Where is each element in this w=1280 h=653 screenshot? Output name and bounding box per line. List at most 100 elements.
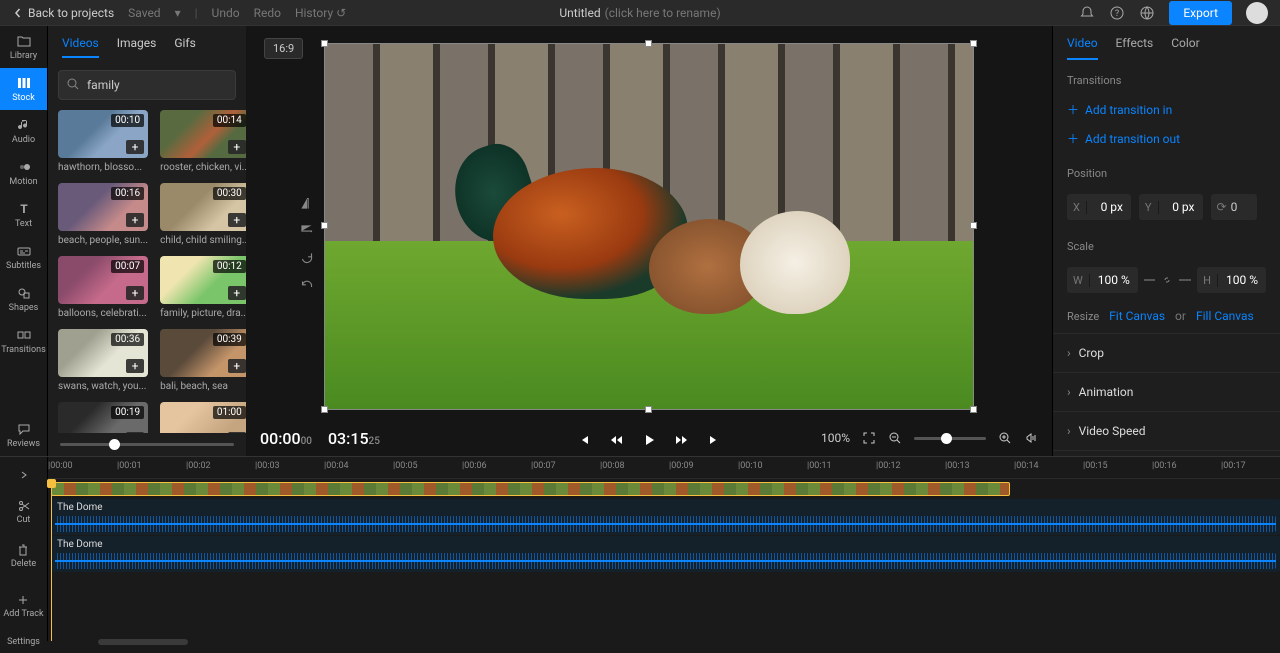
stock-card[interactable]: 00:07 + balloons, celebrati...	[58, 256, 148, 319]
stock-thumb[interactable]: 00:16 +	[58, 183, 148, 231]
rail-subtitles[interactable]: Subtitles	[0, 236, 47, 278]
stock-thumb[interactable]: 00:36 +	[58, 329, 148, 377]
video-speed-section[interactable]: ›Video Speed	[1053, 411, 1280, 450]
selection-handle[interactable]	[321, 40, 328, 47]
aspect-ratio-badge[interactable]: 16:9	[264, 38, 303, 59]
timeline-ruler[interactable]: |00:00|00:01|00:02|00:03|00:04|00:05|00:…	[48, 457, 1280, 479]
forward-icon[interactable]	[675, 433, 689, 447]
add-transition-in[interactable]: ＋Add transition in	[1053, 95, 1280, 124]
selection-handle[interactable]	[970, 40, 977, 47]
selection-handle[interactable]	[970, 406, 977, 413]
notifications-icon[interactable]	[1079, 5, 1095, 21]
add-track-button[interactable]: Add Track	[3, 587, 43, 625]
link-icon[interactable]	[1161, 274, 1173, 286]
position-x-input[interactable]: X0 px	[1067, 194, 1131, 220]
add-clip-button[interactable]: +	[228, 140, 246, 154]
zoom-in-icon[interactable]	[998, 431, 1012, 445]
add-clip-button[interactable]: +	[126, 359, 144, 373]
audio-track[interactable]: The Dome	[48, 536, 1280, 572]
stock-card[interactable]: 00:39 + bali, beach, sea	[160, 329, 246, 392]
add-clip-button[interactable]: +	[126, 432, 144, 433]
stock-thumb[interactable]: 00:19 +	[58, 402, 148, 433]
undo-button[interactable]: Undo	[212, 6, 240, 20]
scale-w-input[interactable]: W100 %	[1067, 267, 1138, 293]
stock-card[interactable]: 00:14 + rooster, chicken, vi...	[160, 110, 246, 173]
rail-transitions[interactable]: Transitions	[0, 320, 47, 362]
rail-audio[interactable]: Audio	[0, 110, 47, 152]
timeline-tracks[interactable]: The Dome The Dome	[48, 479, 1280, 641]
add-clip-button[interactable]: +	[228, 359, 246, 373]
flip-vertical-icon[interactable]	[298, 222, 316, 240]
rail-library[interactable]: Library	[0, 26, 47, 68]
crop-section[interactable]: ›Crop	[1053, 333, 1280, 372]
audio-clip[interactable]: The Dome	[51, 499, 1280, 535]
playhead[interactable]	[51, 479, 52, 641]
add-transition-out[interactable]: ＋Add transition out	[1053, 124, 1280, 153]
stock-card[interactable]: 01:00 +	[160, 402, 246, 433]
flip-horizontal-icon[interactable]	[298, 194, 316, 212]
prop-tab-video[interactable]: Video	[1067, 36, 1098, 60]
add-clip-button[interactable]: +	[126, 286, 144, 300]
zoom-slider[interactable]	[914, 437, 986, 440]
stock-thumb[interactable]: 00:30 +	[160, 183, 246, 231]
stock-thumb[interactable]: 00:07 +	[58, 256, 148, 304]
rail-shapes[interactable]: Shapes	[0, 278, 47, 320]
prop-tab-color[interactable]: Color	[1171, 36, 1199, 60]
settings-button[interactable]: Settings	[7, 631, 40, 653]
delete-button[interactable]: Delete	[11, 537, 36, 575]
language-icon[interactable]	[1139, 5, 1155, 21]
stock-thumb[interactable]: 00:14 +	[160, 110, 246, 158]
thumb-size-slider[interactable]	[48, 433, 246, 456]
add-clip-button[interactable]: +	[228, 432, 246, 433]
timeline-resize-handle[interactable]	[98, 639, 188, 645]
redo-button[interactable]: Redo	[254, 6, 281, 20]
add-clip-button[interactable]: +	[126, 140, 144, 154]
rewind-icon[interactable]	[609, 433, 623, 447]
project-title[interactable]: Untitled (click here to rename)	[559, 6, 720, 20]
stock-thumb[interactable]: 01:00 +	[160, 402, 246, 433]
timeline-expand[interactable]	[18, 463, 30, 487]
position-y-input[interactable]: Y0 px	[1139, 194, 1203, 220]
stock-thumb[interactable]: 00:10 +	[58, 110, 148, 158]
selection-handle[interactable]	[321, 406, 328, 413]
fullscreen-icon[interactable]	[862, 431, 876, 445]
audio-track[interactable]: The Dome	[48, 499, 1280, 535]
rail-text[interactable]: T Text	[0, 194, 47, 236]
tab-gifs[interactable]: Gifs	[174, 36, 195, 58]
help-icon[interactable]: ?	[1109, 5, 1125, 21]
skip-end-icon[interactable]	[707, 433, 721, 447]
rotation-input[interactable]: ⟳0	[1211, 194, 1257, 220]
back-to-projects[interactable]: Back to projects	[12, 6, 114, 20]
audio-clip[interactable]: The Dome	[51, 536, 1280, 572]
cut-button[interactable]: Cut	[17, 493, 31, 531]
stock-thumb[interactable]: 00:12 +	[160, 256, 246, 304]
stock-card[interactable]: 00:12 + family, picture, dra...	[160, 256, 246, 319]
add-clip-button[interactable]: +	[126, 213, 144, 227]
saved-dropdown[interactable]: ▾	[175, 6, 181, 20]
stock-card[interactable]: 00:19 +	[58, 402, 148, 433]
rail-motion[interactable]: Motion	[0, 152, 47, 194]
prop-tab-effects[interactable]: Effects	[1116, 36, 1154, 60]
history-button[interactable]: History ↺	[295, 6, 346, 20]
rotate-ccw-icon[interactable]	[298, 278, 316, 296]
selection-handle[interactable]	[645, 40, 652, 47]
animation-section[interactable]: ›Animation	[1053, 372, 1280, 411]
tab-videos[interactable]: Videos	[62, 36, 99, 58]
tab-images[interactable]: Images	[117, 36, 157, 58]
stock-thumb[interactable]: 00:39 +	[160, 329, 246, 377]
fill-canvas-link[interactable]: Fill Canvas	[1196, 309, 1254, 323]
rail-stock[interactable]: Stock	[0, 68, 47, 110]
video-clip[interactable]	[51, 482, 1010, 496]
rail-reviews[interactable]: Reviews	[0, 414, 47, 456]
add-clip-button[interactable]: +	[228, 286, 246, 300]
stock-card[interactable]: 00:10 + hawthorn, blosso...	[58, 110, 148, 173]
user-avatar[interactable]	[1246, 2, 1268, 24]
zoom-out-icon[interactable]	[888, 431, 902, 445]
selection-handle[interactable]	[645, 406, 652, 413]
export-button[interactable]: Export	[1169, 1, 1232, 25]
scale-h-input[interactable]: H100 %	[1197, 267, 1266, 293]
stock-card[interactable]: 00:30 + child, child smiling...	[160, 183, 246, 246]
video-preview[interactable]	[325, 44, 973, 409]
skip-start-icon[interactable]	[577, 433, 591, 447]
volume-icon[interactable]	[1024, 431, 1038, 445]
